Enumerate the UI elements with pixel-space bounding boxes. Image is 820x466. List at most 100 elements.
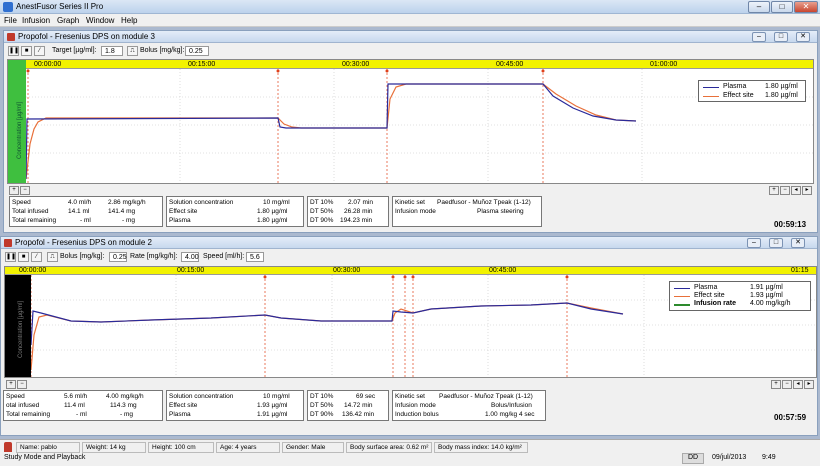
solution-label: Solution concentration xyxy=(169,199,234,206)
zoom-out-icon[interactable]: − xyxy=(780,186,790,195)
speed-ml: 4.0 ml/h xyxy=(68,199,92,206)
dt10-value: 69 sec xyxy=(356,393,376,400)
y-axis-label: Concentration [µg/ml] xyxy=(17,101,23,159)
minimize-button[interactable]: – xyxy=(748,1,770,13)
effect-site-value: 1.80 µg/ml xyxy=(257,208,288,215)
patient-height: Height: 100 cm xyxy=(148,442,214,453)
elapsed-time: 00:57:59 xyxy=(774,413,807,422)
total-infused-label: otal infused xyxy=(6,402,40,409)
zoom-in-icon[interactable]: + xyxy=(6,380,16,389)
total-infused-ml: 14.1 ml xyxy=(68,208,90,215)
kinetic-set-label: Kinetic set xyxy=(395,199,425,206)
time-tick: 00:30:00 xyxy=(333,267,361,274)
total-remaining-ml: - ml xyxy=(80,217,91,224)
speed-label: Speed xyxy=(6,393,25,400)
zoom-in-icon[interactable]: + xyxy=(771,380,781,389)
syringe-button[interactable]: ⁄ xyxy=(34,46,45,56)
zoom-out-icon[interactable]: − xyxy=(782,380,792,389)
close-button[interactable]: ✕ xyxy=(794,1,818,13)
target-input[interactable]: 1.8 xyxy=(101,46,123,56)
scroll-right-icon[interactable]: ▸ xyxy=(804,380,814,389)
pause-button[interactable]: ❚❚ xyxy=(8,46,19,56)
status-text: Study Mode and Playback xyxy=(4,454,86,461)
total-remaining-mg: - mg xyxy=(122,217,135,224)
decrement-time-panel: DT 10% 2.07 min DT 50% 26.28 min DT 90% … xyxy=(307,196,389,227)
legend-item-effect-site: Effect site 1.80 µg/ml xyxy=(703,92,803,101)
rate-input[interactable]: 4.00 xyxy=(181,252,199,262)
window-maximize-button[interactable]: □ xyxy=(769,238,783,248)
kinetic-panel: Kinetic set Paedfusor - Muñoz Tpeak (1-1… xyxy=(392,196,542,227)
kinetic-set-value: Paedfusor - Muñoz Tpeak (1-12) xyxy=(437,199,531,206)
dt10-label: DT 10% xyxy=(310,199,334,206)
window-close-button[interactable]: ✕ xyxy=(796,32,810,42)
window-title: Propofol - Fresenius DPS on module 2 xyxy=(15,238,152,247)
bolus-input[interactable]: 0.25 xyxy=(185,46,209,56)
app-icon xyxy=(3,2,13,12)
maximize-button[interactable]: □ xyxy=(771,1,793,13)
dt10-label: DT 10% xyxy=(310,393,334,400)
zoom-out-icon[interactable]: − xyxy=(20,186,30,195)
pause-button[interactable]: ❚❚ xyxy=(5,252,16,262)
zoom-out-icon[interactable]: − xyxy=(17,380,27,389)
infusion-mode-label: Infusion mode xyxy=(395,402,436,409)
status-clock: 9:49 xyxy=(762,454,776,461)
effect-site-value: 1.93 µg/ml xyxy=(257,402,288,409)
legend-item-plasma: Plasma 1.80 µg/ml xyxy=(703,83,803,92)
window-minimize-button[interactable]: – xyxy=(747,238,761,248)
solution-value: 10 mg/ml xyxy=(263,199,290,206)
chart-legend: Plasma 1.80 µg/ml Effect site 1.80 µg/ml xyxy=(698,80,806,102)
bolus-label: Bolus [mg/kg]: xyxy=(60,253,105,260)
bolus-input[interactable]: 0.25 xyxy=(109,252,127,262)
decrement-time-panel: DT 10% 69 sec DT 50% 14.72 min DT 90% 13… xyxy=(307,390,389,421)
zoom-in-icon[interactable]: + xyxy=(769,186,779,195)
scroll-left-icon[interactable]: ◂ xyxy=(791,186,801,195)
patient-icon xyxy=(4,442,12,452)
window-minimize-button[interactable]: – xyxy=(752,32,766,42)
total-remaining-label: Total remaining xyxy=(12,217,57,224)
dt50-value: 14.72 min xyxy=(344,402,373,409)
menu-help[interactable]: Help xyxy=(121,16,137,25)
infusion-window-module-2: Propofol - Fresenius DPS on module 2 – □… xyxy=(0,236,818,436)
time-tick: 01:00:00 xyxy=(650,61,678,68)
bolus-icon[interactable]: ⎍ xyxy=(127,46,138,56)
window-close-button[interactable]: ✕ xyxy=(791,238,805,248)
speed-input[interactable]: 5.6 xyxy=(246,252,264,262)
legend-item-infusion-rate: Infusion rate 4.00 mg/kg/h xyxy=(674,300,808,309)
kinetic-panel: Kinetic set Paedfusor - Muñoz Tpeak (1-1… xyxy=(392,390,546,421)
time-tick: 00:45:00 xyxy=(496,61,524,68)
status-dd: DD xyxy=(682,453,704,464)
target-label: Target [µg/ml]: xyxy=(52,47,97,54)
zoom-in-icon[interactable]: + xyxy=(9,186,19,195)
kinetic-set-label: Kinetic set xyxy=(395,393,425,400)
rate-label: Rate [mg/kg/h]: xyxy=(130,253,178,260)
menu-file[interactable]: File xyxy=(4,16,17,25)
menu-window[interactable]: Window xyxy=(86,16,114,25)
time-tick: 00:00:00 xyxy=(34,61,62,68)
time-tick: 00:15:00 xyxy=(188,61,216,68)
total-remaining-ml: - ml xyxy=(76,411,87,418)
time-tick: 01:15 xyxy=(791,267,809,274)
patient-bsa: Body surface area: 0.62 m² xyxy=(346,442,432,453)
menu-graph[interactable]: Graph xyxy=(57,16,79,25)
time-tick: 00:45:00 xyxy=(489,267,517,274)
status-date: 09/jul/2013 xyxy=(712,454,747,461)
stop-button[interactable]: ■ xyxy=(18,252,29,262)
plasma-value: 1.91 µg/ml xyxy=(257,411,288,418)
menu-infusion[interactable]: Infusion xyxy=(22,16,50,25)
patient-gender: Gender: Male xyxy=(282,442,344,453)
zoom-bar: + − + − ◂ ▸ xyxy=(4,379,817,389)
time-tick: 00:00:00 xyxy=(19,267,47,274)
total-infused-mg: 114.3 mg xyxy=(110,402,137,409)
dt50-label: DT 50% xyxy=(310,208,334,215)
y-axis-label: Concentration [µg/ml] xyxy=(18,300,24,358)
dt50-label: DT 50% xyxy=(310,402,334,409)
dt90-value: 136.42 min xyxy=(342,411,375,418)
stop-button[interactable]: ■ xyxy=(21,46,32,56)
scroll-left-icon[interactable]: ◂ xyxy=(793,380,803,389)
syringe-button[interactable]: ⁄ xyxy=(31,252,42,262)
bolus-icon[interactable]: ⎍ xyxy=(47,252,58,262)
dt10-value: 2.07 min xyxy=(348,199,373,206)
plasma-label: Plasma xyxy=(169,217,191,224)
window-maximize-button[interactable]: □ xyxy=(774,32,788,42)
scroll-right-icon[interactable]: ▸ xyxy=(802,186,812,195)
